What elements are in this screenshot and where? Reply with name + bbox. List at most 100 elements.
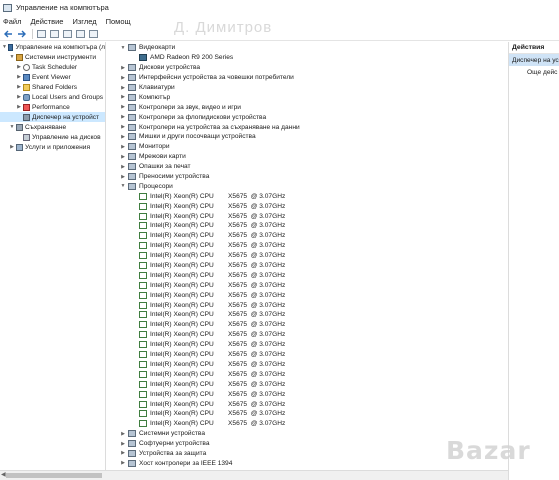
device-category[interactable]: ▶ Монитори (107, 142, 507, 152)
device-category[interactable]: ▶ Компютър (107, 92, 507, 102)
chevron-right-icon[interactable]: ▶ (119, 174, 127, 180)
forward-icon[interactable] (16, 28, 27, 39)
device-item[interactable]: Intel(R) Xeon(R) CPU X5675 @ 3.07GHz (107, 221, 507, 231)
chevron-right-icon[interactable]: ▶ (16, 84, 22, 90)
device-item[interactable]: Intel(R) Xeon(R) CPU X5675 @ 3.07GHz (107, 191, 507, 201)
chevron-right-icon[interactable]: ▶ (119, 114, 127, 120)
device-category[interactable]: ▶ Контролери за звук, видео и игри (107, 102, 507, 112)
show-hide-console-tree-icon[interactable] (49, 28, 60, 39)
chevron-right-icon[interactable]: ▶ (16, 94, 22, 100)
device-item[interactable]: Intel(R) Xeon(R) CPU X5675 @ 3.07GHz (107, 369, 507, 379)
device-item[interactable]: Intel(R) Xeon(R) CPU X5675 @ 3.07GHz (107, 379, 507, 389)
chevron-right-icon[interactable]: ▶ (119, 164, 127, 170)
tree-item[interactable]: ▶ Task Scheduler (0, 62, 105, 72)
device-category[interactable]: ▶ Дискови устройства (107, 63, 507, 73)
actions-device-manager[interactable]: Диспечер на ус (509, 54, 559, 66)
menu-action[interactable]: Действие (30, 17, 63, 26)
chevron-right-icon[interactable]: ▶ (119, 134, 127, 140)
device-category[interactable]: ▶ Опашки за печат (107, 162, 507, 172)
menu-help[interactable]: Помощ (106, 17, 131, 26)
chevron-right-icon[interactable]: ▶ (119, 94, 127, 100)
back-icon[interactable] (3, 28, 14, 39)
device-category[interactable]: ▼ Процесори (107, 181, 507, 191)
device-category[interactable]: ▶ Мишки и други посочващи устройства (107, 132, 507, 142)
chevron-right-icon[interactable]: ▶ (16, 104, 22, 110)
device-item[interactable]: Intel(R) Xeon(R) CPU X5675 @ 3.07GHz (107, 251, 507, 261)
device-category-label: Компютър (139, 93, 171, 101)
processor-icon (139, 301, 147, 309)
device-item[interactable]: Intel(R) Xeon(R) CPU X5675 @ 3.07GHz (107, 350, 507, 360)
chevron-right-icon[interactable]: ▶ (9, 144, 15, 150)
help-icon[interactable] (75, 28, 86, 39)
chevron-right-icon[interactable]: ▶ (16, 64, 22, 70)
chevron-right-icon[interactable]: ▶ (119, 450, 127, 456)
tree-item[interactable]: ▼ Системни инструменти (0, 52, 105, 62)
processor-icon (139, 212, 147, 220)
chevron-right-icon[interactable]: ▶ (119, 85, 127, 91)
tree-item-label: Услуги и приложения (25, 143, 91, 151)
device-category[interactable]: ▶ Контролери за флопидискови устройства (107, 112, 507, 122)
chevron-down-icon[interactable]: ▼ (119, 183, 127, 189)
device-category[interactable]: ▶ Контролери на устройства за съхраняване… (107, 122, 507, 132)
device-item[interactable]: Intel(R) Xeon(R) CPU X5675 @ 3.07GHz (107, 231, 507, 241)
device-category[interactable]: ▶ Преносими устройства (107, 172, 507, 182)
device-item[interactable]: Intel(R) Xeon(R) CPU X5675 @ 3.07GHz (107, 419, 507, 429)
chevron-right-icon[interactable]: ▶ (119, 154, 127, 160)
tree-item[interactable]: ▼ Управление на компютъра (л (0, 42, 105, 52)
menu-file[interactable]: Файл (3, 17, 21, 26)
chevron-right-icon[interactable]: ▶ (119, 144, 127, 150)
device-item[interactable]: Intel(R) Xeon(R) CPU X5675 @ 3.07GHz (107, 201, 507, 211)
chevron-down-icon[interactable]: ▼ (9, 54, 15, 60)
console-tree: ▼ Управление на компютъра (л ▼ Системни инс… (0, 42, 106, 470)
device-item[interactable]: Intel(R) Xeon(R) CPU X5675 @ 3.07GHz (107, 280, 507, 290)
chevron-right-icon[interactable]: ▶ (119, 441, 127, 447)
device-item[interactable]: Intel(R) Xeon(R) CPU X5675 @ 3.07GHz (107, 330, 507, 340)
device-category[interactable]: ▶ Мрежови карти (107, 152, 507, 162)
scan-hardware-icon[interactable] (88, 28, 99, 39)
device-item[interactable]: AMD Radeon R9 200 Series (107, 53, 507, 63)
device-item[interactable]: Intel(R) Xeon(R) CPU X5675 @ 3.07GHz (107, 241, 507, 251)
device-category[interactable]: ▼ Видеокарти (107, 43, 507, 53)
chevron-right-icon[interactable]: ▶ (16, 74, 22, 80)
tree-item[interactable]: Управление на дисков (0, 132, 105, 142)
device-category[interactable]: ▶ Интерфейсни устройства за човешки потре… (107, 73, 507, 83)
up-one-level-icon[interactable] (36, 28, 47, 39)
tree-item[interactable]: ▶ Shared Folders (0, 82, 105, 92)
device-item[interactable]: Intel(R) Xeon(R) CPU X5675 @ 3.07GHz (107, 320, 507, 330)
device-item[interactable]: Intel(R) Xeon(R) CPU X5675 @ 3.07GHz (107, 360, 507, 370)
scroll-left-icon[interactable]: ◀ (1, 471, 6, 478)
device-item[interactable]: Intel(R) Xeon(R) CPU X5675 @ 3.07GHz (107, 270, 507, 280)
chevron-right-icon[interactable]: ▶ (119, 65, 127, 71)
scrollbar-thumb[interactable] (6, 473, 102, 478)
actions-more[interactable]: Още дейс (509, 66, 559, 78)
device-item[interactable]: Intel(R) Xeon(R) CPU X5675 @ 3.07GHz (107, 261, 507, 271)
device-item[interactable]: Intel(R) Xeon(R) CPU X5675 @ 3.07GHz (107, 340, 507, 350)
chevron-down-icon[interactable]: ▼ (119, 45, 127, 51)
chevron-right-icon[interactable]: ▶ (119, 431, 127, 437)
tree-item[interactable]: ▶ Услуги и приложения (0, 142, 105, 152)
device-item[interactable]: Intel(R) Xeon(R) CPU X5675 @ 3.07GHz (107, 290, 507, 300)
menu-view[interactable]: Изглед (72, 17, 96, 26)
device-category[interactable]: ▶ Клавиатури (107, 83, 507, 93)
chevron-right-icon[interactable]: ▶ (119, 75, 127, 81)
device-item[interactable]: Intel(R) Xeon(R) CPU X5675 @ 3.07GHz (107, 389, 507, 399)
cpu-model: X5675 @ 3.07GHz (228, 192, 286, 200)
device-item[interactable]: Intel(R) Xeon(R) CPU X5675 @ 3.07GHz (107, 310, 507, 320)
device-item[interactable]: Intel(R) Xeon(R) CPU X5675 @ 3.07GHz (107, 300, 507, 310)
chevron-down-icon[interactable]: ▼ (9, 124, 15, 130)
tree-item[interactable]: ▶ Performance (0, 102, 105, 112)
device-item[interactable]: Intel(R) Xeon(R) CPU X5675 @ 3.07GHz (107, 409, 507, 419)
chevron-right-icon[interactable]: ▶ (119, 124, 127, 130)
chevron-right-icon[interactable]: ▶ (119, 460, 127, 466)
tree-item[interactable]: ▶ Event Viewer (0, 72, 105, 82)
device-item[interactable]: Intel(R) Xeon(R) CPU X5675 @ 3.07GHz (107, 399, 507, 409)
device-item[interactable]: Intel(R) Xeon(R) CPU X5675 @ 3.07GHz (107, 211, 507, 221)
tree-item[interactable]: ▼ Съхраняване (0, 122, 105, 132)
properties-icon[interactable] (62, 28, 73, 39)
tree-item[interactable]: Диспечер на устройст (0, 112, 105, 122)
tree-item[interactable]: ▶ Local Users and Groups (0, 92, 105, 102)
device-manager-icon (23, 113, 30, 121)
chevron-down-icon[interactable]: ▼ (2, 44, 7, 50)
horizontal-scrollbar[interactable]: ◀ (0, 470, 508, 480)
chevron-right-icon[interactable]: ▶ (119, 104, 127, 110)
